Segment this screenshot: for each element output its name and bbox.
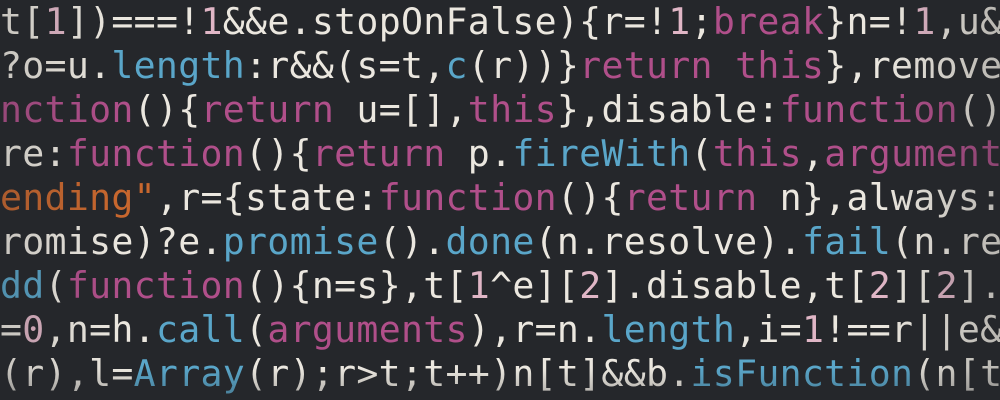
- code-token: :r&&(s=t,: [245, 44, 446, 87]
- code-token: return: [200, 88, 335, 131]
- code-token: (n.rej: [891, 220, 1000, 263]
- code-token: return: [623, 176, 758, 219]
- code-token: (r);r>t;t++)n[t]&&b.: [245, 352, 691, 395]
- code-token: ^e][: [490, 264, 580, 307]
- code-token: (r),l=: [0, 352, 134, 395]
- code-token: ,n=h.: [44, 308, 156, 351]
- code-token: 1: [668, 0, 691, 43]
- code-token: (){n=s},t[: [245, 264, 468, 307]
- code-token: (: [44, 264, 67, 307]
- code-token: },disable:: [556, 88, 780, 131]
- code-token: 2: [579, 264, 602, 307]
- code-token: function: [66, 132, 246, 175]
- code-token: (){: [556, 176, 624, 219]
- code-token: function: [779, 88, 958, 131]
- code-token: (){: [245, 132, 312, 175]
- code-token: ][: [891, 264, 936, 307]
- code-token: ])===!: [66, 0, 201, 43]
- code-token: (r))}: [467, 44, 580, 87]
- code-token: ,u&&: [935, 0, 1000, 43]
- code-token: length: [111, 44, 246, 87]
- code-token: ;: [690, 0, 713, 43]
- code-token: =: [0, 308, 23, 351]
- code-token: arguments: [824, 132, 1000, 175]
- code-token: },remove: [824, 44, 1000, 87]
- code-token: ending": [0, 176, 156, 219]
- code-token: promise: [222, 220, 379, 263]
- code-token: ()-: [957, 88, 1000, 131]
- code-token: (: [690, 132, 713, 175]
- code-line: re:function(){return p.fireWith(this,arg…: [0, 132, 1000, 176]
- code-token: 2: [935, 264, 958, 307]
- code-token: ().: [378, 220, 446, 263]
- code-line: (r),l=Array(r);r>t;t++)n[t]&&b.isFunctio…: [0, 352, 1000, 396]
- code-token: ),r=n.: [467, 308, 602, 351]
- code-token: call: [155, 308, 246, 351]
- code-token: 1: [913, 0, 936, 43]
- code-photo: t[1])===!1&&e.stopOnFalse){r=!1;break}n=…: [0, 0, 1000, 400]
- code-token: u=[],: [334, 88, 468, 131]
- code-token: (n.resolve).: [534, 220, 802, 263]
- code-token: this: [735, 44, 825, 87]
- code-token: c: [445, 44, 468, 87]
- code-token: ,r={state:: [155, 176, 379, 219]
- code-token: 1: [44, 0, 67, 43]
- code-token: !==r||e&&: [824, 308, 1000, 351]
- code-token: isFunction: [690, 352, 914, 395]
- code-token: return: [311, 132, 446, 175]
- code-line: romise)?e.promise().done(n.resolve).fail…: [0, 220, 1000, 264]
- code-token: (n[t: [913, 352, 1000, 395]
- code-token: }n=!: [824, 0, 914, 43]
- code-token: 1: [801, 308, 825, 351]
- code-token: 0: [22, 308, 45, 351]
- code-token: re:: [0, 132, 67, 175]
- code-token: fail: [801, 220, 892, 263]
- code-token: fireWith: [512, 132, 691, 175]
- code-token: &&e.stopOnFalse){r=!: [222, 0, 669, 43]
- code-token: dd: [0, 264, 45, 307]
- code-token: this: [467, 88, 557, 131]
- code-token: (){: [133, 88, 201, 131]
- code-token: this: [712, 132, 802, 175]
- code-line: ?o=u.length:r&&(s=t,c(r))}return this},r…: [0, 44, 1000, 88]
- code-token: Array: [133, 352, 246, 395]
- code-token: ].disable,t[: [601, 264, 869, 307]
- code-line: nction(){return u=[],this},disable:funct…: [0, 88, 1000, 132]
- code-token: romise)?e.: [0, 220, 223, 263]
- code-token: 1: [200, 0, 223, 43]
- code-token: return: [579, 44, 713, 87]
- code-token: 2: [868, 264, 892, 307]
- code-token: ,i=: [735, 308, 802, 351]
- code-token: ?o=u.: [0, 44, 112, 87]
- code-token: function: [66, 264, 246, 307]
- code-token: n},always:f: [757, 176, 1000, 219]
- code-token: ,: [801, 132, 825, 175]
- code-token: break: [712, 0, 825, 43]
- code-line: t[1])===!1&&e.stopOnFalse){r=!1;break}n=…: [0, 0, 1000, 44]
- code-token: arguments: [267, 308, 468, 351]
- code-line: =0,n=h.call(arguments),r=n.length,i=1!==…: [0, 308, 1000, 352]
- code-token: p.: [445, 132, 513, 175]
- code-token: t[: [0, 0, 45, 43]
- code-token: (: [245, 308, 268, 351]
- code-token: 1: [467, 264, 491, 307]
- code-line: dd(function(){n=s},t[1^e][2].disable,t[2…: [0, 264, 1000, 308]
- code-block: t[1])===!1&&e.stopOnFalse){r=!1;break}n=…: [0, 0, 1000, 400]
- code-token: function: [378, 176, 557, 219]
- code-token: nction: [0, 88, 134, 131]
- code-token: ].: [957, 264, 1000, 307]
- code-line: ending",r={state:function(){return n},al…: [0, 176, 1000, 220]
- code-token: length: [601, 308, 736, 351]
- code-token: done: [445, 220, 535, 263]
